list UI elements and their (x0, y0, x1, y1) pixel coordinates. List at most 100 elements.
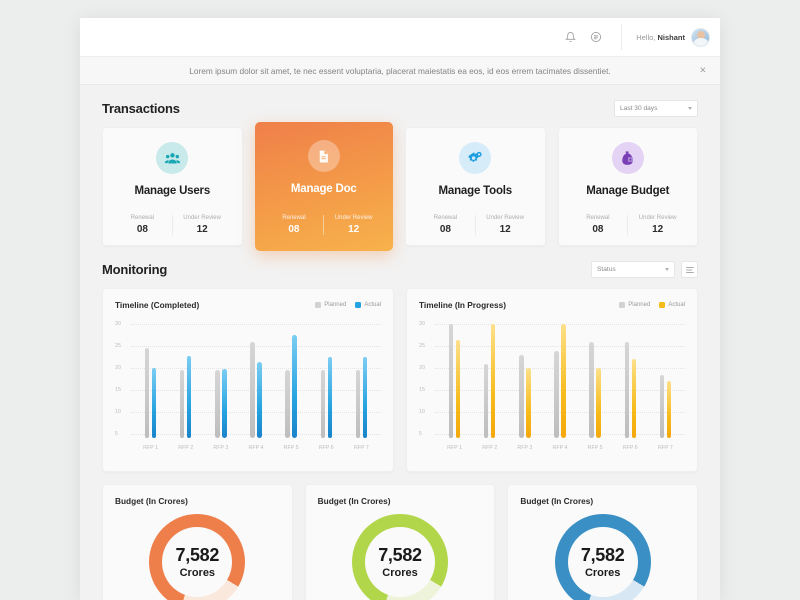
chat-icon[interactable] (585, 26, 607, 48)
monitoring-header: Monitoring Status (102, 246, 698, 288)
transaction-card-stats: Renewal 08 Under Review 12 (265, 215, 384, 235)
stat-renewal: Renewal 08 (569, 215, 628, 235)
transaction-card-manage-budget[interactable]: Manage Budget Renewal 08 Under Review 12 (557, 127, 698, 246)
donut-center: 7,582 Crores (555, 514, 651, 600)
y-axis-tick: 25 (115, 343, 121, 350)
donut-chart: 7,582 Crores (352, 514, 448, 600)
close-icon[interactable]: × (700, 65, 706, 76)
transaction-card-title: Manage Budget (586, 185, 670, 197)
bar-actual (666, 381, 672, 438)
page-title: Transactions (102, 101, 180, 116)
budget-cards: Budget (In Crores) 7,582 Crores Budget (… (102, 484, 699, 600)
budget-value: 7,582 (175, 545, 220, 565)
bar-planned (355, 370, 361, 438)
user-menu[interactable]: Hello, Nishant (621, 24, 710, 50)
bar-planned (179, 370, 185, 438)
chart-timeline-completed: Timeline (Completed) Planned Actual 5 10 1… (102, 288, 394, 472)
x-axis-tick: RFP 3 (213, 445, 229, 451)
bar-group: RFP 3 (507, 320, 542, 451)
bar-actual (222, 368, 227, 438)
legend-swatch (315, 302, 322, 308)
transactions-header: Transactions Last 30 days (102, 85, 698, 127)
donut-chart: 7,582 Crores (149, 514, 246, 600)
chart-title: Timeline (Completed) (115, 300, 200, 310)
bar-group: RFP 4 (542, 320, 577, 451)
bar-planned (448, 324, 454, 438)
donut-chart: 7,582 Crores (554, 514, 651, 600)
stat-label: Renewal (433, 215, 458, 221)
status-value: Status (597, 266, 616, 273)
bar-planned (285, 370, 290, 438)
bar-group: RFP 3 (203, 320, 238, 451)
stat-value: 12 (499, 224, 511, 235)
legend-item-actual: Actual (355, 302, 381, 308)
notice-text: Lorem ipsum dolor sit amet, te nec essen… (189, 65, 611, 76)
bar-planned (624, 341, 630, 438)
x-axis-tick: RFP 1 (447, 445, 463, 451)
chart-bars: RFP 1 RFP 2 RFP 3 RFP 4 RFP 5 RFP 6 RFP 7 (133, 320, 379, 451)
legend-label: Actual (364, 302, 381, 308)
bar-actual (490, 324, 496, 438)
dashboard-window: Hello, Nishant Lorem ipsum dolor sit ame… (80, 18, 720, 600)
chevron-down-icon (665, 268, 669, 271)
date-range-select[interactable]: Last 30 days (614, 100, 698, 117)
bar-group: RFP 6 (309, 320, 344, 451)
stat-value: 08 (288, 224, 300, 235)
top-bar: Hello, Nishant (80, 18, 720, 56)
users-icon (156, 142, 189, 174)
legend-label: Planned (628, 302, 651, 308)
legend-label: Planned (324, 302, 347, 308)
transaction-card-manage-users[interactable]: Manage Users Renewal 08 Under Review 12 (102, 127, 243, 246)
y-axis-tick: 5 (115, 430, 118, 437)
budget-card-3: Budget (In Crores) 7,582 Crores (507, 484, 699, 600)
chart-title: Timeline (In Progress) (419, 300, 506, 310)
bar-planned (554, 350, 559, 438)
chart-bars: RFP 1 RFP 2 RFP 3 RFP 4 RFP 5 RFP 6 RFP 7 (437, 320, 683, 451)
budget-title: Budget (In Crores) (520, 496, 594, 506)
budget-card-2: Budget (In Crores) 7,582 Crores (304, 484, 496, 600)
budget-title: Budget (In Crores) (317, 496, 391, 506)
transaction-card-manage-doc[interactable]: Manage Doc Renewal 08 Under Review 12 (254, 122, 393, 251)
bar-actual (526, 368, 531, 438)
y-axis-tick: 30 (115, 321, 121, 328)
stat-under-review: Under Review 12 (323, 215, 383, 235)
money-bag-icon (611, 142, 644, 174)
budget-card-1: Budget (In Crores) 7,582 Crores (102, 484, 293, 600)
legend-item-planned: Planned (315, 302, 346, 308)
stat-label: Renewal (130, 215, 155, 221)
bell-icon[interactable] (559, 26, 581, 48)
stat-value: 12 (652, 224, 664, 235)
bar-planned (589, 341, 594, 438)
bar-group: RFP 1 (437, 320, 472, 451)
list-view-icon[interactable] (681, 261, 698, 278)
budget-title: Budget (In Crores) (115, 496, 188, 506)
bar-group: RFP 5 (578, 320, 613, 451)
x-axis-tick: RFP 2 (482, 445, 498, 451)
bar-planned (659, 374, 665, 438)
budget-unit: Crores (584, 567, 621, 579)
bar-group: RFP 6 (613, 320, 648, 451)
donut-wrap: 7,582 Crores (520, 514, 685, 600)
bar-group: RFP 7 (344, 320, 379, 451)
monitoring-title: Monitoring (102, 262, 168, 277)
bar-group: RFP 1 (133, 320, 168, 451)
transaction-card-manage-tools[interactable]: Manage Tools Renewal 08 Under Review 12 (405, 127, 546, 246)
y-axis-tick: 25 (419, 343, 425, 350)
stat-renewal: Renewal 08 (265, 215, 324, 235)
y-axis-tick: 20 (419, 365, 425, 372)
budget-value: 7,582 (378, 545, 422, 565)
bar-actual (561, 324, 566, 438)
stat-under-review: Under Review 12 (627, 215, 687, 235)
transaction-card-title: Manage Tools (438, 185, 513, 197)
stat-label: Under Review (486, 215, 524, 221)
status-select[interactable]: Status (591, 261, 675, 278)
legend-label: Actual (668, 302, 685, 308)
document-icon (307, 140, 340, 172)
bar-actual (327, 357, 333, 438)
y-axis-tick: 10 (419, 408, 425, 415)
gears-icon (459, 142, 492, 174)
stat-label: Under Review (183, 215, 221, 221)
bar-group: RFP 2 (168, 320, 203, 451)
bar-actual (455, 339, 461, 438)
stat-label: Under Review (638, 215, 677, 221)
